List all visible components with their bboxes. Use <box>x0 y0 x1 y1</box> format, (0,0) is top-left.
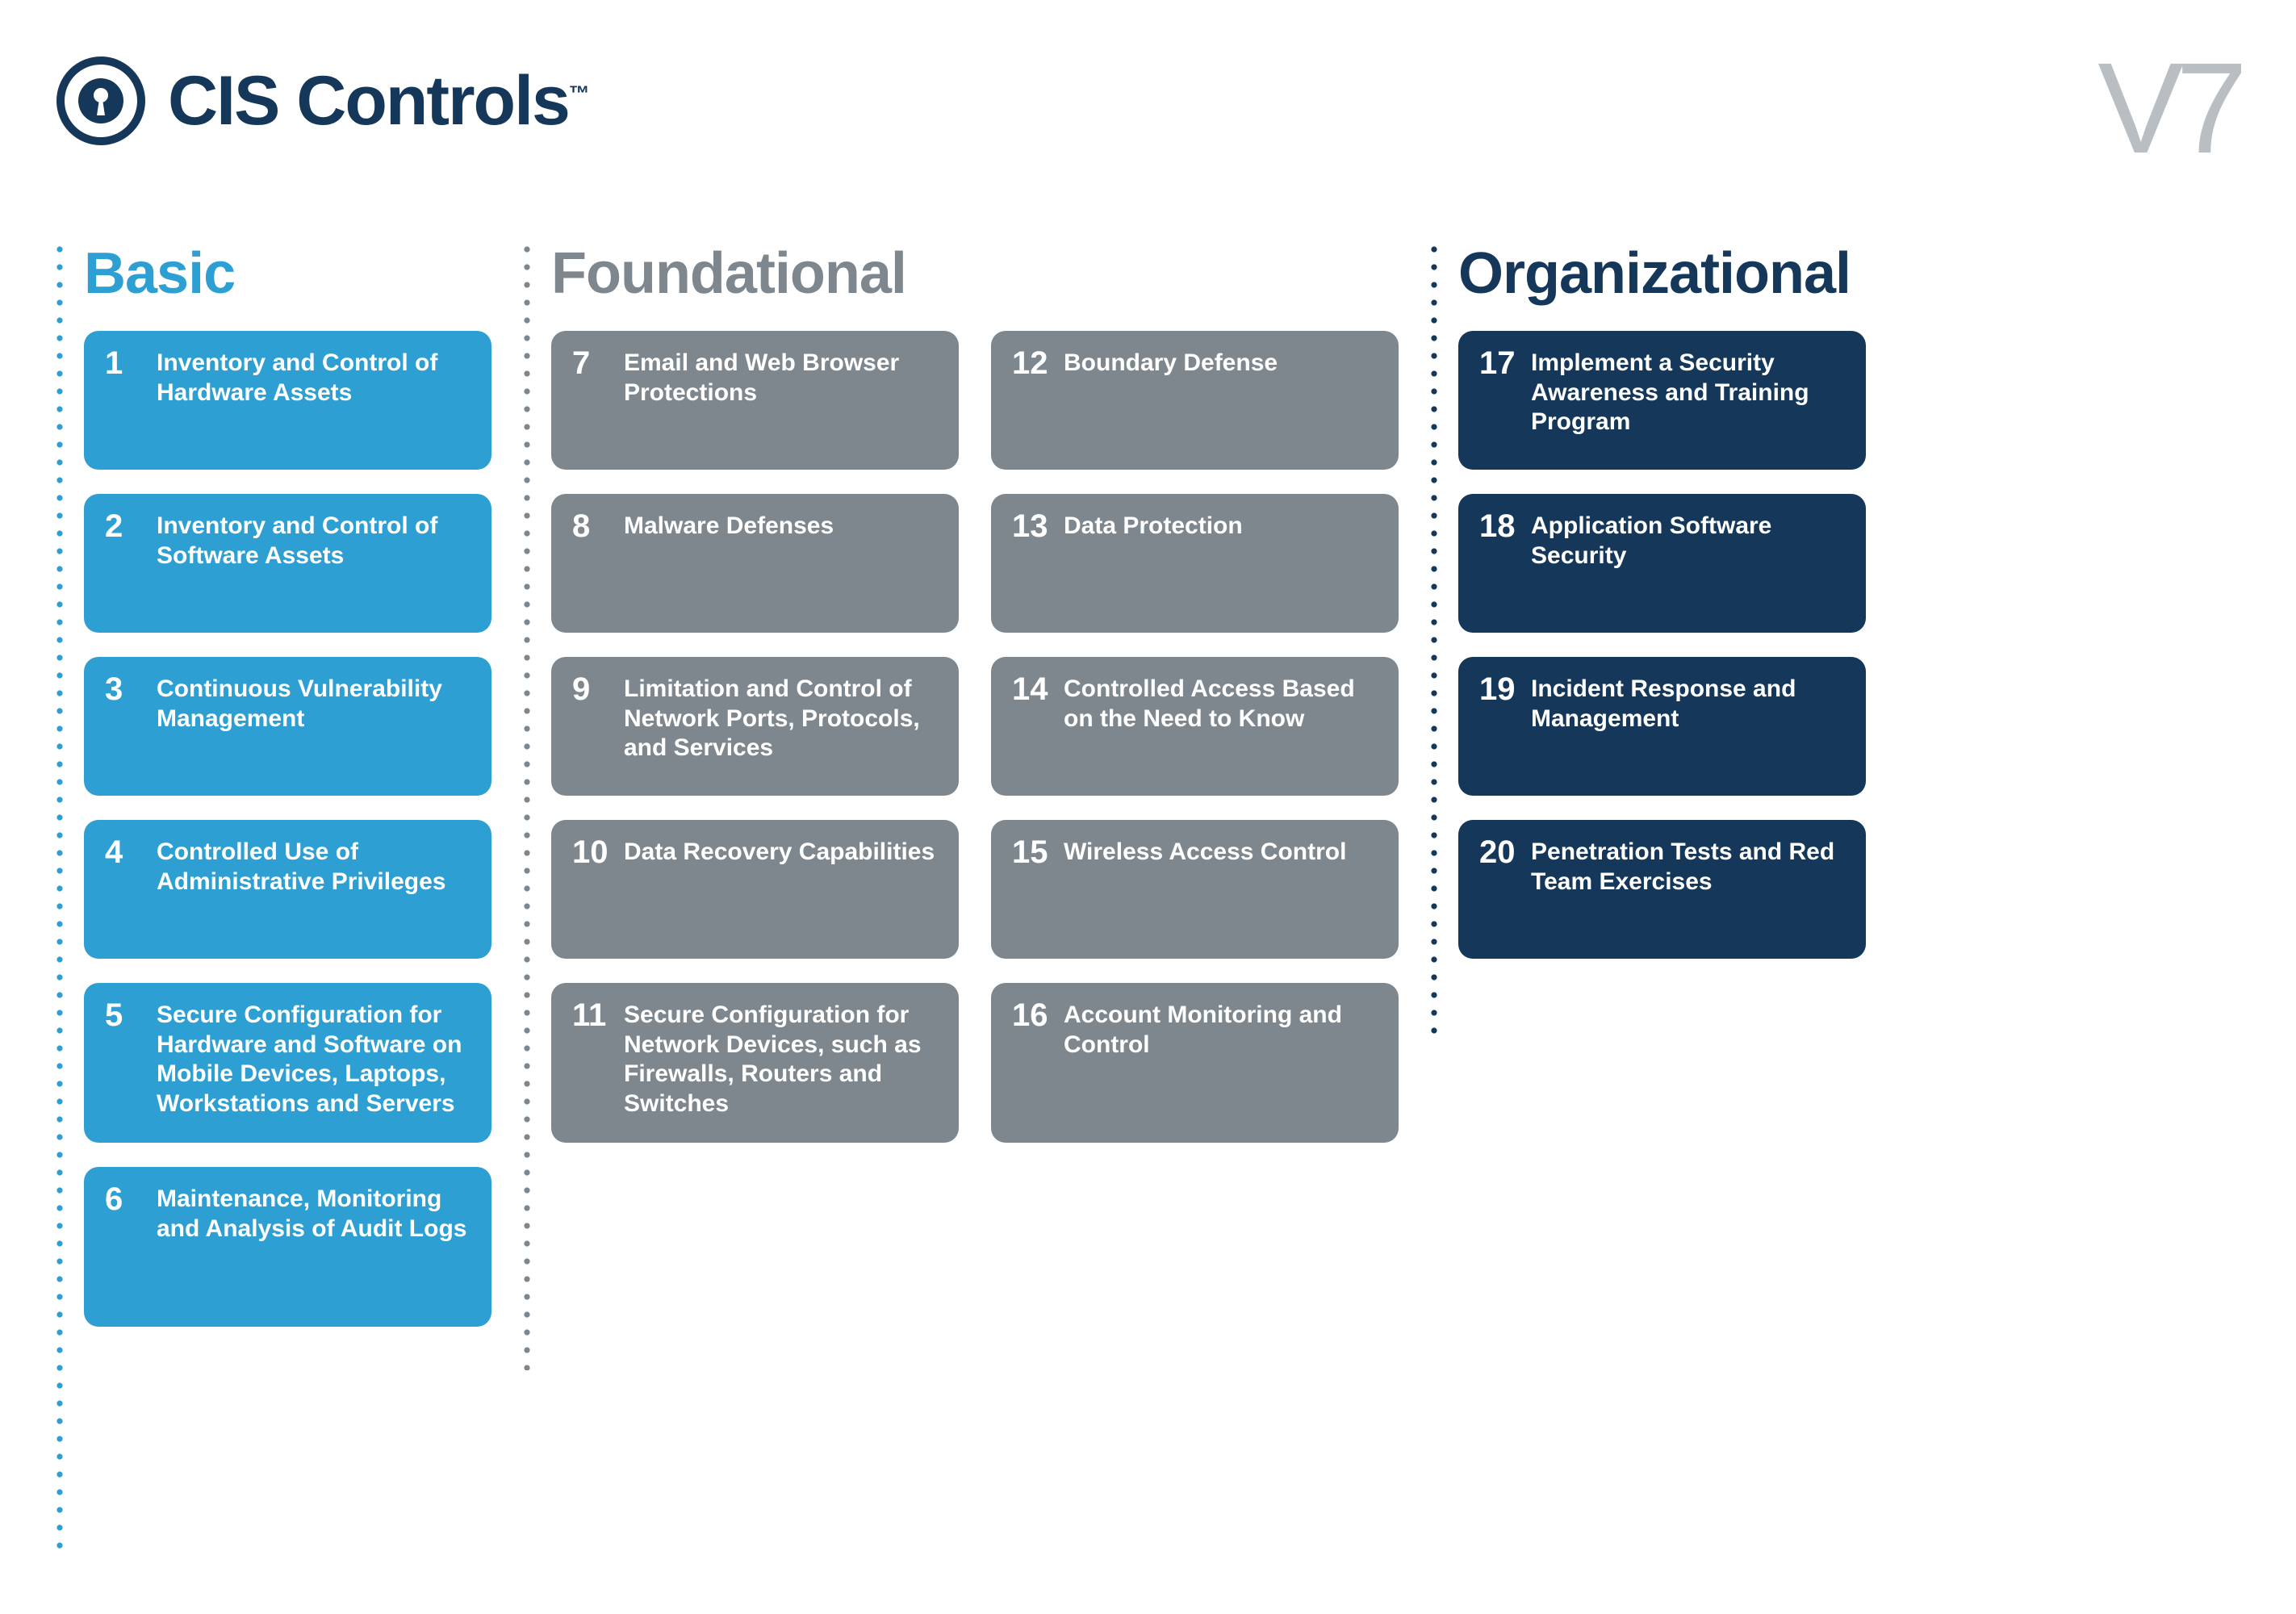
control-card-14: 14 Controlled Access Based on the Need t… <box>991 657 1399 796</box>
control-label: Wireless Access Control <box>1064 834 1346 868</box>
organizational-card-list: 17 Implement a Security Awareness and Tr… <box>1458 331 1866 959</box>
control-label: Implement a Security Awareness and Train… <box>1531 345 1845 437</box>
control-number: 5 <box>105 997 142 1031</box>
control-label: Limitation and Control of Network Ports,… <box>624 671 938 763</box>
control-number: 11 <box>572 997 609 1031</box>
control-label: Application Software Security <box>1531 508 1845 571</box>
control-label: Email and Web Browser Protections <box>624 345 938 408</box>
control-number: 19 <box>1479 671 1516 705</box>
control-label: Inventory and Control of Hardware Assets <box>157 345 470 408</box>
control-card-19: 19 Incident Response and Management <box>1458 657 1866 796</box>
version-label: V7 <box>2097 56 2240 160</box>
basic-card-list: 1 Inventory and Control of Hardware Asse… <box>84 331 491 1327</box>
brand-tm: ™ <box>569 81 588 105</box>
control-label: Penetration Tests and Red Team Exercises <box>1531 834 1845 897</box>
brand: CIS Controls™ <box>56 56 588 145</box>
control-card-2: 2 Inventory and Control of Software Asse… <box>84 494 491 633</box>
control-label: Controlled Use of Administrative Privile… <box>157 834 470 897</box>
brand-title: CIS Controls™ <box>168 61 588 141</box>
control-card-6: 6 Maintenance, Monitoring and Analysis o… <box>84 1167 491 1327</box>
control-card-20: 20 Penetration Tests and Red Team Exerci… <box>1458 820 1866 959</box>
column-basic: Basic 1 Inventory and Control of Hardwar… <box>56 240 491 1556</box>
control-card-18: 18 Application Software Security <box>1458 494 1866 633</box>
column-title-foundational: Foundational <box>551 240 1399 307</box>
control-label: Account Monitoring and Control <box>1064 997 1378 1060</box>
control-label: Incident Response and Management <box>1531 671 1845 734</box>
columns: Basic 1 Inventory and Control of Hardwar… <box>56 240 2240 1556</box>
column-organizational: Organizational 17 Implement a Security A… <box>1431 240 1866 1039</box>
control-card-10: 10 Data Recovery Capabilities <box>551 820 959 959</box>
control-number: 6 <box>105 1181 142 1215</box>
control-label: Controlled Access Based on the Need to K… <box>1064 671 1378 734</box>
column-foundational: Foundational 7 Email and Web Browser Pro… <box>524 240 1399 1370</box>
control-label: Inventory and Control of Software Assets <box>157 508 470 571</box>
column-divider-dots <box>524 240 530 1370</box>
control-number: 8 <box>572 508 609 542</box>
control-number: 15 <box>1012 834 1049 868</box>
cis-logo-icon <box>56 56 145 145</box>
control-number: 17 <box>1479 345 1516 379</box>
control-number: 4 <box>105 834 142 868</box>
control-card-5: 5 Secure Configuration for Hardware and … <box>84 983 491 1143</box>
control-card-7: 7 Email and Web Browser Protections <box>551 331 959 470</box>
column-title-organizational: Organizational <box>1458 240 1866 307</box>
control-card-11: 11 Secure Configuration for Network Devi… <box>551 983 959 1143</box>
column-divider-dots <box>1431 240 1437 1039</box>
brand-title-text: CIS Controls <box>168 62 569 140</box>
control-card-15: 15 Wireless Access Control <box>991 820 1399 959</box>
control-number: 13 <box>1012 508 1049 542</box>
control-number: 10 <box>572 834 609 868</box>
control-card-4: 4 Controlled Use of Administrative Privi… <box>84 820 491 959</box>
control-card-12: 12 Boundary Defense <box>991 331 1399 470</box>
control-number: 18 <box>1479 508 1516 542</box>
control-number: 16 <box>1012 997 1049 1031</box>
control-label: Maintenance, Monitoring and Analysis of … <box>157 1181 470 1244</box>
control-number: 1 <box>105 345 142 379</box>
control-number: 7 <box>572 345 609 379</box>
control-card-16: 16 Account Monitoring and Control <box>991 983 1399 1143</box>
control-number: 20 <box>1479 834 1516 868</box>
control-card-17: 17 Implement a Security Awareness and Tr… <box>1458 331 1866 470</box>
control-label: Secure Configuration for Network Devices… <box>624 997 938 1119</box>
control-card-1: 1 Inventory and Control of Hardware Asse… <box>84 331 491 470</box>
control-number: 3 <box>105 671 142 705</box>
column-title-basic: Basic <box>84 240 491 307</box>
control-label: Boundary Defense <box>1064 345 1278 378</box>
header: CIS Controls™ V7 <box>56 56 2240 160</box>
control-label: Continuous Vulnerability Management <box>157 671 470 734</box>
control-label: Data Recovery Capabilities <box>624 834 935 868</box>
control-label: Malware Defenses <box>624 508 834 541</box>
control-number: 2 <box>105 508 142 542</box>
control-card-13: 13 Data Protection <box>991 494 1399 633</box>
control-number: 14 <box>1012 671 1049 705</box>
control-number: 12 <box>1012 345 1049 379</box>
foundational-right-list: 12 Boundary Defense 13 Data Protection 1… <box>991 331 1399 1143</box>
column-divider-dots <box>56 240 63 1556</box>
control-label: Data Protection <box>1064 508 1243 541</box>
control-card-8: 8 Malware Defenses <box>551 494 959 633</box>
control-card-3: 3 Continuous Vulnerability Management <box>84 657 491 796</box>
control-label: Secure Configuration for Hardware and So… <box>157 997 470 1119</box>
control-number: 9 <box>572 671 609 705</box>
foundational-left-list: 7 Email and Web Browser Protections 8 Ma… <box>551 331 959 1143</box>
control-card-9: 9 Limitation and Control of Network Port… <box>551 657 959 796</box>
